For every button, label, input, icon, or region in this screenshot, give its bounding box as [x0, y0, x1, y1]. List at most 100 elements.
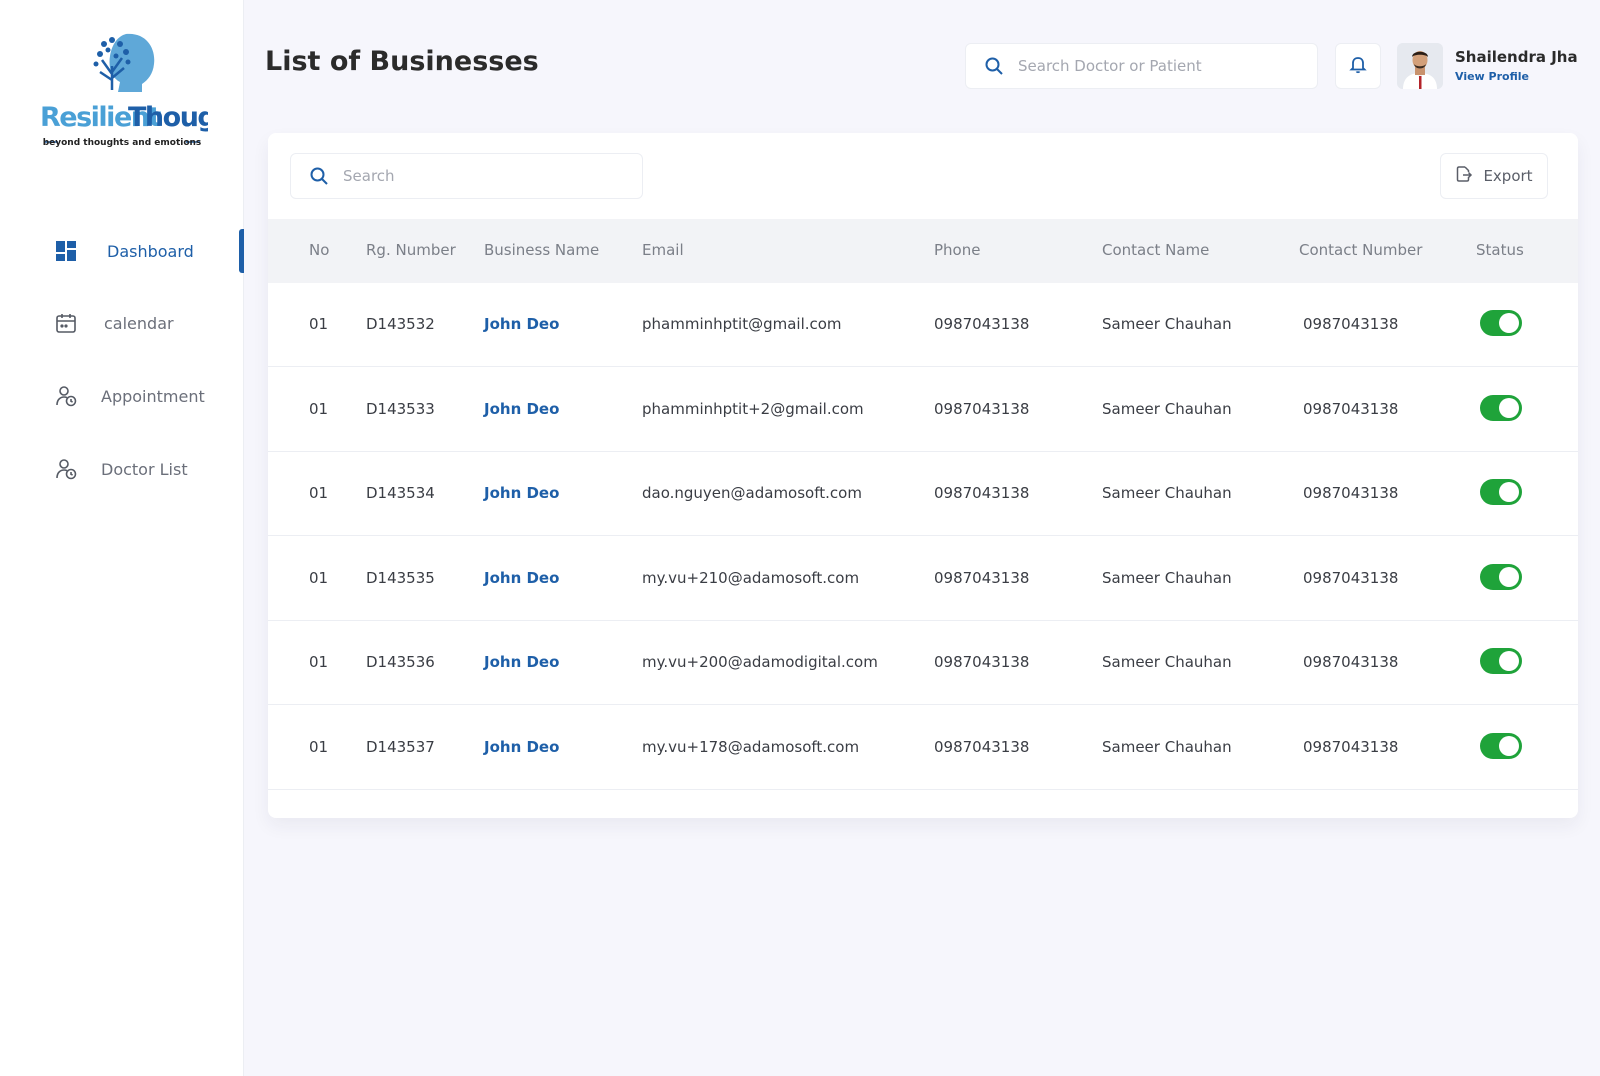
user-name: Shailendra Jha: [1455, 48, 1578, 66]
search-icon: [984, 56, 1004, 76]
row-business-name[interactable]: John Deo: [484, 738, 559, 756]
table-search-input[interactable]: [343, 167, 623, 185]
table-header: No Rg. Number Business Name Email Phone …: [268, 219, 1578, 283]
row-contact-number: 0987043138: [1303, 399, 1399, 418]
column-header-no[interactable]: No: [309, 241, 329, 259]
row-no: 01: [309, 399, 329, 418]
export-label: Export: [1483, 167, 1533, 185]
row-contact-name: Sameer Chauhan: [1102, 568, 1232, 587]
row-no: 01: [309, 484, 329, 502]
row-business-name[interactable]: John Deo: [484, 315, 559, 333]
column-header-contact-name[interactable]: Contact Name: [1102, 241, 1209, 259]
table-row: 01 D143537 John Deo my.vu+178@adamosoft.com…: [268, 706, 1578, 790]
page-title: List of Businesses: [265, 46, 539, 77]
notifications-button[interactable]: [1335, 43, 1381, 89]
active-indicator: [239, 229, 244, 273]
row-contact-number: 0987043138: [1303, 653, 1399, 671]
status-toggle[interactable]: [1480, 310, 1522, 336]
row-email: my.vu+210@adamosoft.com: [642, 568, 860, 587]
row-rg-number: D143532: [366, 315, 435, 333]
column-header-phone[interactable]: Phone: [934, 241, 980, 259]
row-business-name[interactable]: John Deo: [484, 484, 559, 502]
sidebar-item-calendar[interactable]: calendar: [0, 299, 244, 347]
row-email: my.vu+200@adamodigital.com: [642, 653, 878, 671]
row-contact-name: Sameer Chauhan: [1102, 653, 1232, 671]
user-clock-icon: [54, 384, 78, 408]
table-row: 01 D143532 John Deo phamminhptit@gmail.com 0…: [268, 283, 1578, 367]
calendar-icon: [54, 311, 78, 335]
row-phone: 0987043138: [934, 568, 1030, 587]
dashboard-icon: [54, 239, 78, 263]
column-header-business-name[interactable]: Business Name: [484, 241, 599, 259]
bell-icon: [1348, 54, 1368, 78]
table-row: 01 D143533 John Deo phamminhptit+2@gmail.co…: [268, 368, 1578, 452]
row-contact-number: 0987043138: [1303, 568, 1399, 587]
row-business-name[interactable]: John Deo: [484, 400, 559, 418]
toggle-knob: [1499, 482, 1519, 502]
status-toggle[interactable]: [1480, 648, 1522, 674]
export-button[interactable]: Export: [1440, 153, 1548, 199]
row-contact-number: 0987043138: [1303, 315, 1399, 333]
table-row: 01 D143534 John Deo dao.nguyen@adamosoft.co…: [268, 452, 1578, 536]
row-email: my.vu+178@adamosoft.com: [642, 737, 860, 756]
status-toggle[interactable]: [1480, 394, 1522, 421]
row-rg-number: D143535: [366, 568, 435, 587]
avatar-image: [1397, 43, 1443, 89]
sidebar-item-label: Doctor List: [101, 459, 188, 479]
row-email: dao.nguyen@adamosoft.com: [642, 484, 862, 502]
row-business-name[interactable]: John Deo: [484, 569, 559, 587]
row-no: 01: [309, 315, 329, 333]
table-search[interactable]: [290, 153, 643, 199]
row-rg-number: D143533: [366, 399, 435, 418]
toggle-knob: [1499, 313, 1519, 333]
column-header-status[interactable]: Status: [1476, 241, 1524, 259]
sidebar-item-label: Appointment: [101, 386, 205, 406]
table-row: 01 D143536 John Deo my.vu+200@adamodigital.…: [268, 621, 1578, 705]
column-header-rg-number[interactable]: Rg. Number: [366, 241, 456, 259]
brand-name-part2: Thoughts: [128, 102, 208, 133]
avatar[interactable]: [1397, 43, 1443, 89]
row-email: phamminhptit+2@gmail.com: [642, 399, 864, 418]
view-profile-link[interactable]: View Profile: [1455, 70, 1529, 83]
search-icon: [309, 166, 329, 186]
export-icon: [1455, 165, 1473, 187]
row-contact-name: Sameer Chauhan: [1102, 399, 1232, 418]
row-phone: 0987043138: [934, 653, 1030, 671]
sidebar-item-appointment[interactable]: Appointment: [0, 372, 244, 420]
toggle-knob: [1499, 566, 1519, 587]
businesses-card: Export No Rg. Number Business Name Email…: [268, 133, 1578, 818]
status-toggle[interactable]: [1480, 479, 1522, 505]
user-clock-icon: [54, 457, 78, 481]
table-row: 01 D143535 John Deo my.vu+210@adamosoft.com…: [268, 537, 1578, 621]
row-phone: 0987043138: [934, 399, 1030, 418]
row-contact-number: 0987043138: [1303, 484, 1399, 502]
row-business-name[interactable]: John Deo: [484, 653, 559, 671]
brand-logo-graphic: Resilient Thoughts beyond thoughts and e…: [40, 33, 261, 148]
global-search[interactable]: [965, 43, 1318, 89]
brand-tagline: beyond thoughts and emotions: [43, 138, 202, 148]
row-contact-name: Sameer Chauhan: [1102, 484, 1232, 502]
brand-logo[interactable]: Resilient Thoughts beyond thoughts and e…: [38, 30, 261, 155]
row-phone: 0987043138: [934, 315, 1030, 333]
column-header-contact-number[interactable]: Contact Number: [1299, 241, 1422, 259]
column-header-email[interactable]: Email: [642, 241, 684, 259]
row-phone: 0987043138: [934, 484, 1030, 502]
sidebar: Resilient Thoughts beyond thoughts and e…: [0, 0, 261, 1076]
status-toggle[interactable]: [1480, 563, 1522, 590]
sidebar-item-doctor-list[interactable]: Doctor List: [0, 445, 244, 493]
row-phone: 0987043138: [934, 737, 1030, 756]
row-rg-number: D143537: [366, 737, 435, 756]
row-email: phamminhptit@gmail.com: [642, 315, 842, 333]
row-contact-name: Sameer Chauhan: [1102, 737, 1232, 756]
row-no: 01: [309, 568, 329, 587]
status-toggle[interactable]: [1480, 732, 1522, 759]
toggle-knob: [1499, 651, 1519, 671]
toggle-knob: [1499, 735, 1519, 756]
row-contact-number: 0987043138: [1303, 737, 1399, 756]
row-no: 01: [309, 737, 329, 756]
row-rg-number: D143536: [366, 653, 435, 671]
sidebar-item-dashboard[interactable]: Dashboard: [0, 227, 244, 275]
sidebar-item-label: Dashboard: [107, 241, 194, 261]
row-no: 01: [309, 653, 329, 671]
global-search-input[interactable]: [1018, 57, 1298, 75]
